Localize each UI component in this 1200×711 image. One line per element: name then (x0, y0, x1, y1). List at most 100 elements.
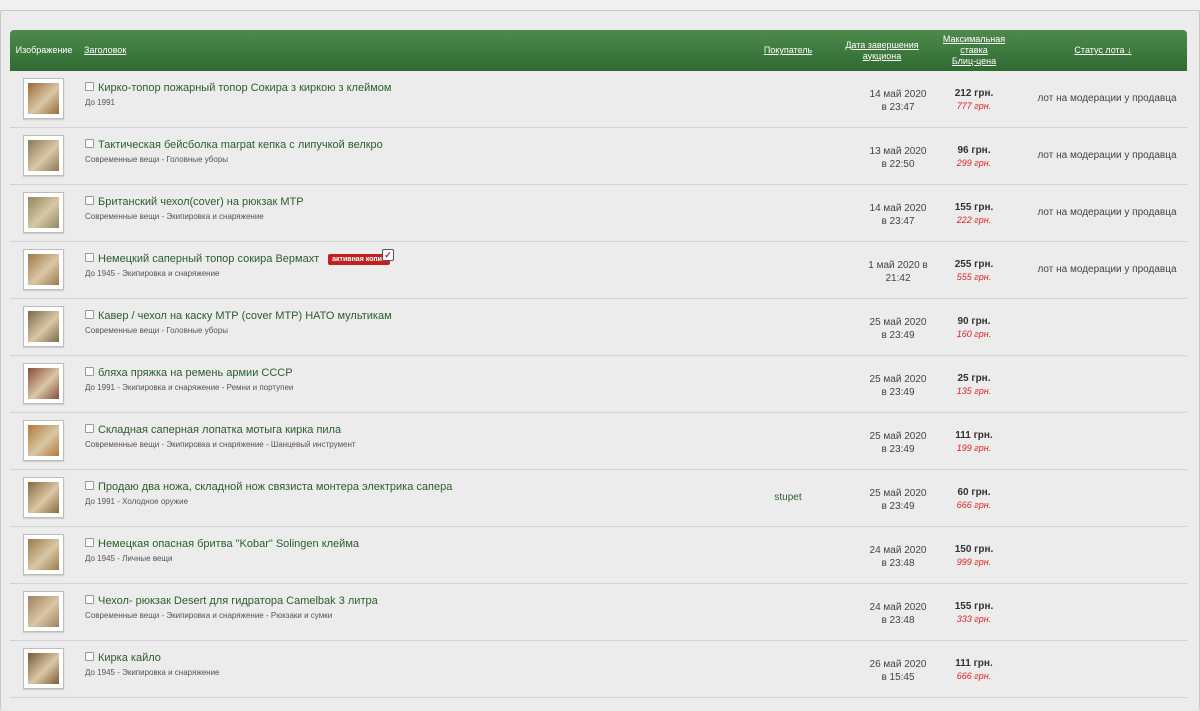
lot-max-bid: 155 грн. (954, 601, 994, 612)
lot-title: Чехол- рюкзак Desert для гидратора Camel… (98, 595, 378, 607)
lot-title: Складная саперная лопатка мотыга кирка п… (98, 424, 341, 436)
lot-blitz-price: 999 грн. (956, 557, 992, 567)
lot-buyer[interactable]: stupet (752, 492, 824, 503)
sort-buyer-link[interactable]: Покупатель (764, 45, 812, 56)
lot-category: До 1991 (85, 98, 115, 107)
sort-bid-link[interactable]: Максимальная ставка Блиц-цена (943, 34, 1005, 67)
sort-title-link[interactable]: Заголовок (84, 45, 126, 56)
lot-max-bid: 212 грн. (954, 88, 994, 99)
header-date-line2: аукциона (862, 50, 902, 61)
lot-thumbnail[interactable] (23, 192, 64, 233)
lot-blitz-price: 222 грн. (956, 215, 992, 225)
header-buyer[interactable]: Покупатель (752, 30, 824, 71)
lot-title: Тактическая бейсболка marpat кепка с лип… (98, 139, 383, 151)
lot-checkbox[interactable] (85, 424, 94, 433)
lot-photo (28, 653, 59, 684)
sort-date-link[interactable]: Дата завершения аукциона (845, 40, 918, 62)
lot-end-date-day: 24 май 2020 (869, 545, 927, 556)
lot-end-date-time: в 23:49 (881, 501, 915, 512)
lot-thumbnail[interactable] (23, 363, 64, 404)
lot-checkbox[interactable] (85, 139, 94, 148)
lot-blitz-price: 555 грн. (956, 272, 992, 282)
lot-title-link[interactable]: Кирко-топор пожарный топор Сокира з кирк… (98, 82, 391, 94)
header-bid-line2: ставка (960, 45, 988, 55)
header-date[interactable]: Дата завершения аукциона (842, 30, 922, 71)
lot-title-link[interactable]: Продаю два ножа, складной нож связиста м… (98, 481, 452, 493)
lot-title-link[interactable]: Складная саперная лопатка мотыга кирка п… (98, 424, 341, 436)
lot-thumbnail[interactable] (23, 648, 64, 689)
lot-title-link[interactable]: Немецкий саперный топор сокира Вермахт (98, 253, 319, 265)
lot-photo (28, 425, 59, 456)
lot-end-date-time: в 15:45 (881, 672, 915, 683)
lot-checkbox[interactable] (85, 253, 94, 262)
lot-end-date-day: 25 май 2020 (869, 317, 927, 328)
header-title[interactable]: Заголовок (84, 30, 284, 71)
lot-title: Британский чехол(cover) на рюкзак МТР (98, 196, 304, 208)
lot-end-date-day: 13 май 2020 (869, 146, 927, 157)
lot-max-bid: 111 грн. (955, 430, 993, 441)
lot-thumbnail[interactable] (23, 477, 64, 518)
lot-title-link[interactable]: Немецкая опасная бритва "Kobar" Solingen… (98, 538, 359, 550)
table-row: Кирко-топор пожарный топор Сокира з кирк… (10, 71, 1187, 128)
lot-title-link[interactable]: Британский чехол(cover) на рюкзак МТР (98, 196, 304, 208)
lot-end-date-time: в 23:47 (881, 102, 915, 113)
lot-checkbox[interactable] (85, 538, 94, 547)
lot-end-date-day: 14 май 2020 (869, 89, 927, 100)
lot-title-link[interactable]: Кирка кайло (98, 652, 161, 664)
table-row: Немецкая опасная бритва "Kobar" Solingen… (10, 527, 1187, 584)
lot-end-date-day: 25 май 2020 (869, 431, 927, 442)
lot-max-bid: 150 грн. (954, 544, 994, 555)
table-row: Кавер / чехол на каску МТР (cover MTP) Н… (10, 299, 1187, 356)
lot-end-date: 14 май 2020 в 23:47 (848, 88, 948, 114)
lot-end-date: 24 май 2020 в 23:48 (848, 601, 948, 627)
lot-bid: 111 грн. 666 грн. (934, 657, 1014, 683)
lot-thumbnail[interactable] (23, 78, 64, 119)
lot-thumbnail[interactable] (23, 591, 64, 632)
lot-thumbnail[interactable] (23, 420, 64, 461)
lot-max-bid: 255 грн. (954, 259, 994, 270)
lot-checkbox[interactable] (85, 481, 94, 490)
lot-end-date-time: в 22:50 (881, 159, 915, 170)
lot-max-bid: 25 грн. (957, 373, 991, 384)
lot-checkbox[interactable] (85, 196, 94, 205)
lot-end-date-time: в 23:48 (881, 615, 915, 626)
lot-checkbox[interactable] (85, 310, 94, 319)
lot-title-link[interactable]: Кавер / чехол на каску МТР (cover MTP) Н… (98, 310, 392, 322)
lot-title-link[interactable]: Чехол- рюкзак Desert для гидратора Camel… (98, 595, 378, 607)
lot-end-date-day: 24 май 2020 (869, 602, 927, 613)
lot-blitz-price: 199 грн. (956, 443, 992, 453)
lot-photo (28, 539, 59, 570)
header-image: Изображение (10, 30, 78, 71)
lot-title: Кирко-топор пожарный топор Сокира з кирк… (98, 82, 391, 94)
header-bid-line3: Блиц-цена (951, 56, 997, 66)
lot-thumbnail[interactable] (23, 306, 64, 347)
lot-bid: 96 грн. 299 грн. (934, 144, 1014, 170)
lot-status: лот на модерации у продавца (1037, 264, 1177, 275)
header-status[interactable]: Статус лота ↓ (1040, 30, 1166, 71)
lot-title-link[interactable]: бляха пряжка на ремень армии СССР (98, 367, 293, 379)
lot-title: Продаю два ножа, складной нож связиста м… (98, 481, 452, 493)
lot-thumbnail[interactable] (23, 135, 64, 176)
lot-thumbnail[interactable] (23, 534, 64, 575)
table-row: бляха пряжка на ремень армии СССР До 199… (10, 356, 1187, 413)
lot-bid: 90 грн. 160 грн. (934, 315, 1014, 341)
lot-category: Современные вещи - Экипировка и снаряжен… (85, 212, 264, 221)
lot-checkbox[interactable] (85, 595, 94, 604)
header-bid[interactable]: Максимальная ставка Блиц-цена (934, 30, 1014, 71)
lot-max-bid: 90 грн. (957, 316, 991, 327)
lot-checkbox[interactable] (85, 367, 94, 376)
lot-checkbox[interactable] (85, 82, 94, 91)
lot-category: Современные вещи - Головные уборы (85, 155, 229, 164)
lot-bid: 111 грн. 199 грн. (934, 429, 1014, 455)
lot-checkbox[interactable] (85, 652, 94, 661)
lot-title-link[interactable]: Тактическая бейсболка marpat кепка с лип… (98, 139, 383, 151)
checkmark-icon: ✓ (382, 248, 395, 261)
lot-blitz-price: 135 грн. (956, 386, 992, 396)
sort-status-link[interactable]: Статус лота ↓ (1074, 45, 1131, 56)
table-row: Складная саперная лопатка мотыга кирка п… (10, 413, 1187, 470)
lot-end-date: 24 май 2020 в 23:48 (848, 544, 948, 570)
lot-thumbnail[interactable] (23, 249, 64, 290)
lot-max-bid: 155 грн. (954, 202, 994, 213)
header-image-label: Изображение (15, 45, 73, 55)
lot-max-bid: 60 грн. (957, 487, 991, 498)
